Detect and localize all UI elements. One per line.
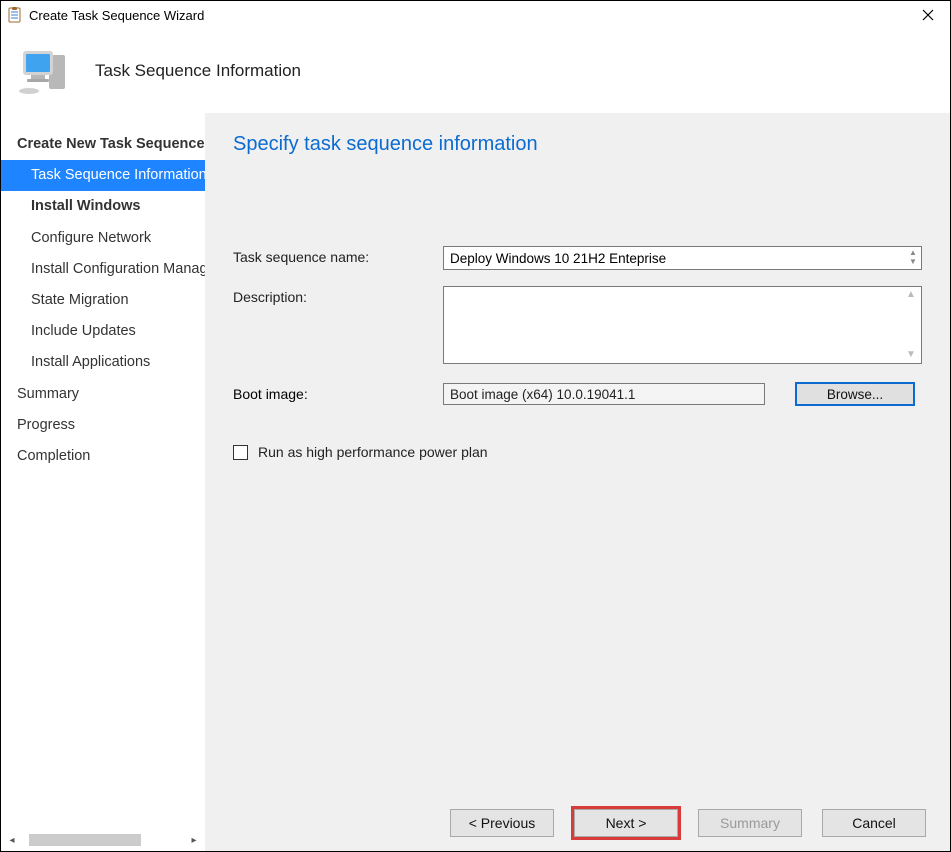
main-panel: Specify task sequence information Task s… [205, 113, 950, 851]
sidebar-item-task-sequence-information[interactable]: Task Sequence Information [1, 160, 205, 191]
description-row: Description: ▲ ▼ [233, 286, 922, 364]
wizard-steps-sidebar: Create New Task Sequence Task Sequence I… [1, 113, 205, 851]
sidebar-item-completion[interactable]: Completion [1, 441, 205, 472]
app-icon [7, 7, 23, 23]
sidebar-item-install-applications[interactable]: Install Applications [1, 347, 205, 378]
previous-button[interactable]: < Previous [450, 809, 554, 837]
boot-image-row: Boot image: Browse... [233, 382, 922, 406]
sidebar-item-create-new-task-sequence[interactable]: Create New Task Sequence [1, 129, 205, 160]
body: Create New Task Sequence Task Sequence I… [1, 113, 950, 851]
title-bar: Create Task Sequence Wizard [1, 1, 950, 29]
description-input[interactable] [443, 286, 922, 364]
scroll-thumb[interactable] [29, 834, 141, 846]
sidebar-item-configure-network[interactable]: Configure Network [1, 223, 205, 254]
sidebar-item-install-windows[interactable]: Install Windows [1, 191, 205, 222]
sidebar-item-install-configuration-manager[interactable]: Install Configuration Manager [1, 254, 205, 285]
power-plan-label: Run as high performance power plan [258, 444, 488, 460]
scroll-left-icon[interactable]: ◂ [5, 833, 19, 847]
next-button[interactable]: Next > [574, 809, 678, 837]
spinner-down-icon[interactable]: ▼ [906, 258, 920, 267]
description-label: Description: [233, 286, 443, 305]
task-name-label: Task sequence name: [233, 246, 443, 265]
task-name-spinner[interactable]: ▲ ▼ [906, 248, 920, 268]
scroll-right-icon[interactable]: ▸ [187, 833, 201, 847]
browse-button[interactable]: Browse... [795, 382, 915, 406]
sidebar-item-state-migration[interactable]: State Migration [1, 285, 205, 316]
wizard-window: Create Task Sequence Wizard Task Sequenc… [0, 0, 951, 852]
main-title: Specify task sequence information [233, 133, 922, 156]
sidebar-item-summary[interactable]: Summary [1, 379, 205, 410]
cancel-button[interactable]: Cancel [822, 809, 926, 837]
window-title: Create Task Sequence Wizard [29, 8, 906, 23]
summary-button: Summary [698, 809, 802, 837]
power-plan-row: Run as high performance power plan [233, 444, 922, 460]
boot-image-input [443, 383, 765, 405]
close-button[interactable] [906, 1, 950, 29]
task-name-input[interactable] [443, 246, 922, 270]
sidebar-item-progress[interactable]: Progress [1, 410, 205, 441]
sidebar-item-include-updates[interactable]: Include Updates [1, 316, 205, 347]
footer: < Previous Next > Summary Cancel [205, 801, 950, 851]
boot-image-label: Boot image: [233, 386, 443, 402]
computer-icon [19, 43, 75, 99]
page-title: Task Sequence Information [95, 61, 301, 81]
header: Task Sequence Information [1, 29, 950, 113]
power-plan-checkbox[interactable] [233, 445, 248, 460]
scroll-track[interactable] [19, 834, 187, 846]
task-name-row: Task sequence name: ▲ ▼ [233, 246, 922, 270]
sidebar-scrollbar[interactable]: ◂ ▸ [5, 833, 201, 847]
